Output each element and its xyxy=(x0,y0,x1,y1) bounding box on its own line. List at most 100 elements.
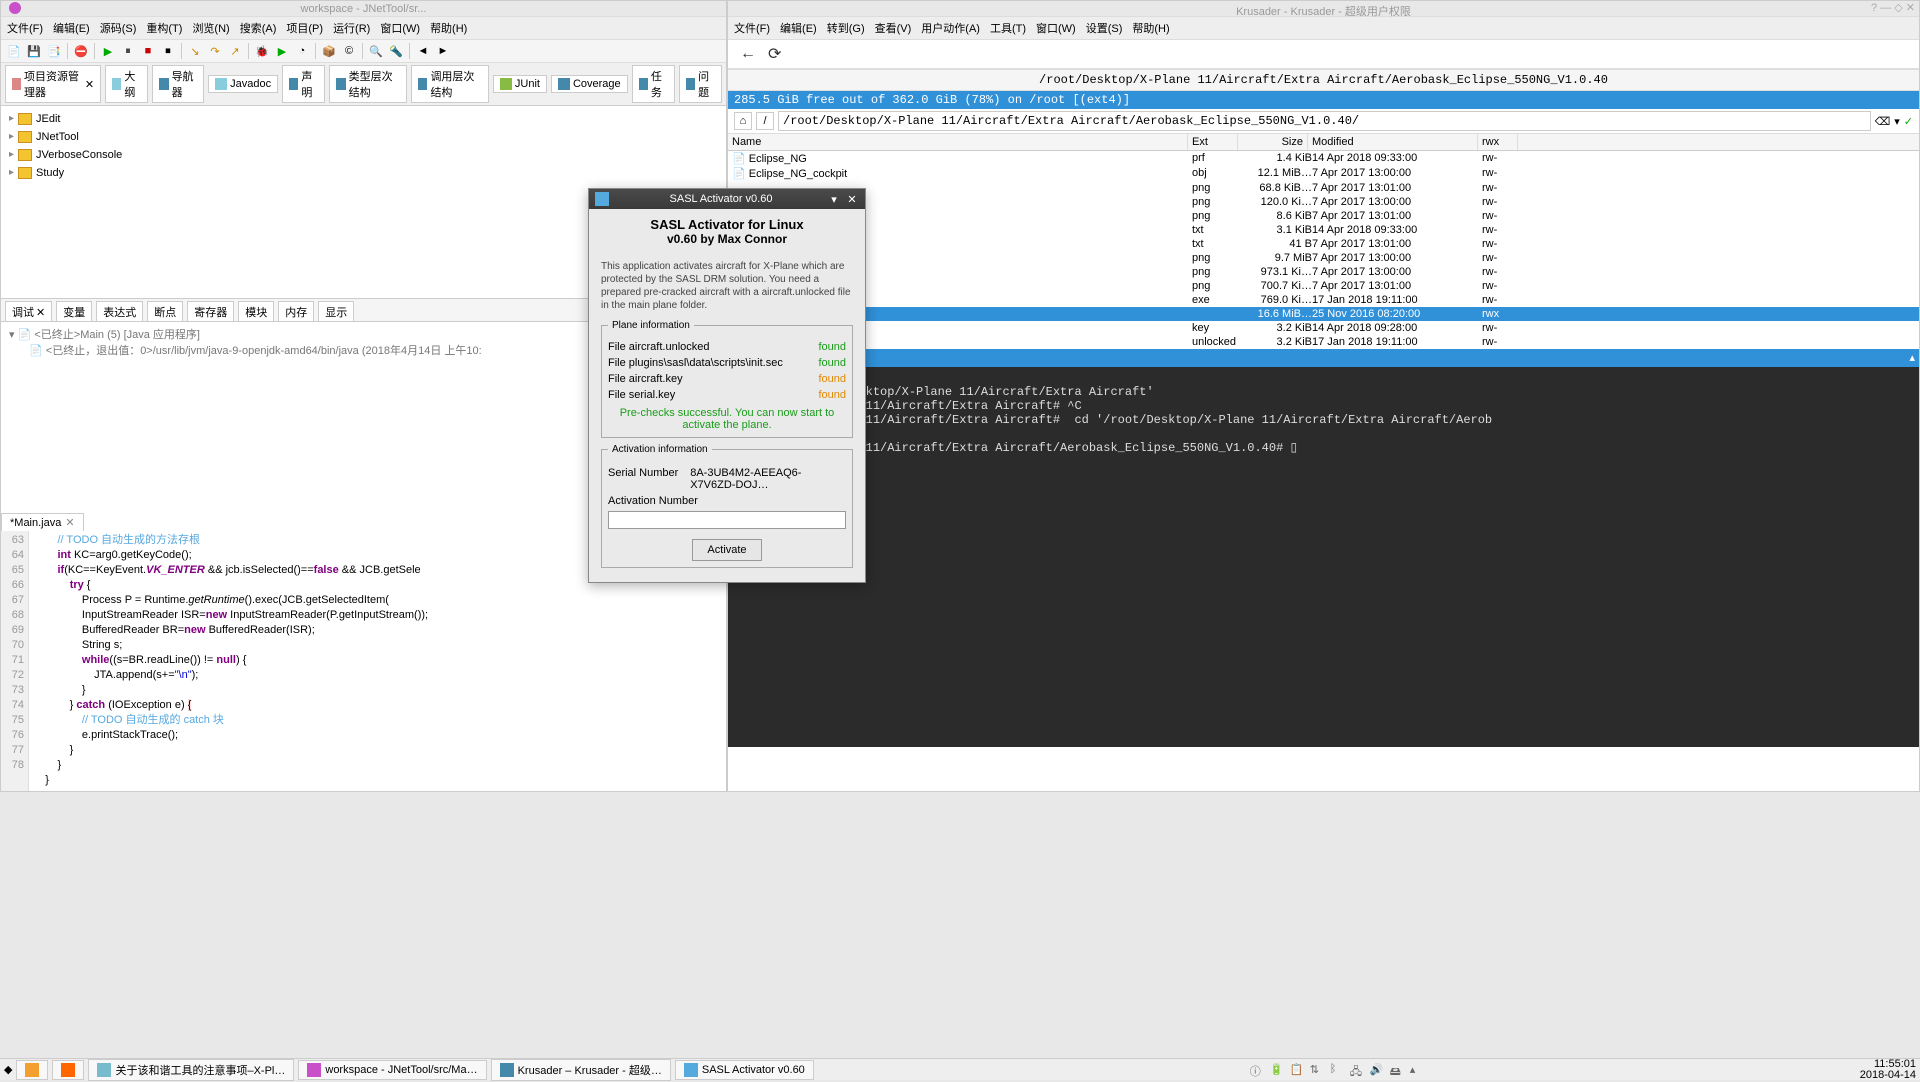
menu-browse[interactable]: 浏览(N) xyxy=(192,20,229,36)
activate-button[interactable]: Activate xyxy=(692,539,761,561)
dialog-titlebar[interactable]: SASL Activator v0.60 ▾ ✕ xyxy=(589,189,865,209)
address-input[interactable] xyxy=(778,111,1871,131)
embedded-terminal[interactable]: ~/# ^C ~/# cd '/root/Desktop/X-Plane 11/… xyxy=(728,367,1919,747)
menu-run[interactable]: 运行(R) xyxy=(333,20,370,36)
tray-caret-icon[interactable]: ▴ xyxy=(1410,1063,1424,1077)
root-icon[interactable]: / xyxy=(756,112,774,130)
home-icon[interactable]: ⌂ xyxy=(734,112,752,130)
tool-debug-icon[interactable]: 🐞 xyxy=(253,42,271,60)
go-icon[interactable]: ✓ xyxy=(1904,115,1913,128)
task-files[interactable] xyxy=(16,1060,48,1080)
hdr-ext[interactable]: Ext xyxy=(1188,134,1238,150)
collapse-icon[interactable]: ▴ xyxy=(1909,351,1915,364)
tool-search2-icon[interactable]: 🔦 xyxy=(387,42,405,60)
tray-network-icon[interactable]: 🖧 xyxy=(1350,1063,1364,1077)
menu-window[interactable]: 窗口(W) xyxy=(380,20,420,36)
tool-newpkg-icon[interactable]: 📦 xyxy=(320,42,338,60)
tool-stepreturn-icon[interactable]: ↗ xyxy=(226,42,244,60)
btab-mod[interactable]: 模块 xyxy=(238,301,274,323)
tool-resume-icon[interactable]: ▶ xyxy=(99,42,117,60)
tab-javadoc[interactable]: Javadoc xyxy=(208,75,278,93)
file-row[interactable]: 16.6 MiB…25 Nov 2016 08:20:00rwx xyxy=(728,307,1919,321)
task-firefox[interactable] xyxy=(52,1060,84,1080)
hdr-mod[interactable]: Modified xyxy=(1308,134,1478,150)
tab-typehier[interactable]: 类型层次结构 xyxy=(329,65,407,103)
tool-suspend-icon[interactable]: ⏸ xyxy=(119,42,137,60)
kmenu-goto[interactable]: 转到(G) xyxy=(827,20,865,36)
tool-cov-icon[interactable]: ◔ xyxy=(293,42,311,60)
file-row[interactable]: png973.1 Ki…7 Apr 2017 13:00:00rw- xyxy=(728,265,1919,279)
btab-mem[interactable]: 内存 xyxy=(278,301,314,323)
file-row[interactable]: 📄 Eclipse_NG_cockpitobj12.1 MiB…7 Apr 20… xyxy=(728,166,1919,181)
dropdown-icon[interactable]: ▾ xyxy=(1894,115,1900,128)
tool-newclass-icon[interactable]: © xyxy=(340,42,358,60)
kmenu-tools[interactable]: 工具(T) xyxy=(990,20,1026,36)
tree-item-jedit[interactable]: JEdit xyxy=(9,110,718,128)
code-content[interactable]: // TODO 自动生成的方法存根 int KC=arg0.getKeyCode… xyxy=(29,531,432,791)
tray-info-icon[interactable]: ⓘ xyxy=(1250,1063,1264,1077)
hdr-rwx[interactable]: rwx xyxy=(1478,134,1518,150)
btab-expr[interactable]: 表达式 xyxy=(96,301,143,323)
menu-help[interactable]: 帮助(H) xyxy=(430,20,467,36)
btab-disp[interactable]: 显示 xyxy=(318,301,354,323)
tray-updown-icon[interactable]: ⇅ xyxy=(1310,1063,1324,1077)
tray-battery-icon[interactable]: 🔋 xyxy=(1270,1063,1284,1077)
dialog-close-icon[interactable]: ✕ xyxy=(845,193,859,206)
menu-edit[interactable]: 编辑(E) xyxy=(53,20,90,36)
file-row[interactable]: unlocked3.2 KiB17 Jan 2018 19:11:00rw- xyxy=(728,335,1919,349)
menu-file[interactable]: 文件(F) xyxy=(7,20,43,36)
tray-bluetooth-icon[interactable]: ᛒ xyxy=(1330,1063,1344,1077)
kmenu-useract[interactable]: 用户动作(A) xyxy=(921,20,980,36)
tool-stepinto-icon[interactable]: ↘ xyxy=(186,42,204,60)
kmenu-view[interactable]: 查看(V) xyxy=(875,20,912,36)
tool-disconnect-icon[interactable]: ⏹ xyxy=(159,42,177,60)
hdr-size[interactable]: Size xyxy=(1238,134,1308,150)
clear-icon[interactable]: ⌫ xyxy=(1875,115,1891,128)
tool-skip-icon[interactable]: ⛔ xyxy=(72,42,90,60)
file-row[interactable]: key3.2 KiB14 Apr 2018 09:28:00rw- xyxy=(728,321,1919,335)
kmenu-help[interactable]: 帮助(H) xyxy=(1132,20,1169,36)
tray-volume-icon[interactable]: 🔊 xyxy=(1370,1063,1384,1077)
tool-opentype-icon[interactable]: 🔍 xyxy=(367,42,385,60)
editor-tab-close-icon[interactable]: ✕ xyxy=(65,516,74,529)
file-row[interactable]: png120.0 Ki…7 Apr 2017 13:00:00rw- xyxy=(728,195,1919,209)
kmenu-file[interactable]: 文件(F) xyxy=(734,20,770,36)
btab-vars[interactable]: 变量 xyxy=(56,301,92,323)
tool-fwd-icon[interactable]: ► xyxy=(434,42,452,60)
activation-number-input[interactable] xyxy=(608,511,846,529)
kmenu-settings[interactable]: 设置(S) xyxy=(1086,20,1123,36)
tool-stepover-icon[interactable]: ↷ xyxy=(206,42,224,60)
nav-reload-icon[interactable]: ⟳ xyxy=(768,44,781,64)
tool-saveall-icon[interactable]: 📑 xyxy=(45,42,63,60)
tree-item-jverbose[interactable]: JVerboseConsole xyxy=(9,146,718,164)
nav-back-icon[interactable]: ← xyxy=(740,45,756,63)
tree-item-jnettool[interactable]: JNetTool xyxy=(9,128,718,146)
start-icon[interactable]: ◆ xyxy=(4,1063,12,1076)
tab-junit[interactable]: JUnit xyxy=(493,75,547,93)
file-row[interactable]: png9.7 MiB7 Apr 2017 13:00:00rw- xyxy=(728,251,1919,265)
task-sasl[interactable]: SASL Activator v0.60 xyxy=(675,1060,814,1080)
tab-problems[interactable]: 问题 xyxy=(679,65,722,103)
file-row[interactable]: 📄 Eclipse_NGprf1.4 KiB14 Apr 2018 09:33:… xyxy=(728,151,1919,166)
btab-reg[interactable]: 寄存器 xyxy=(187,301,234,323)
tool-stop-icon[interactable]: ■ xyxy=(139,42,157,60)
kmenu-window[interactable]: 窗口(W) xyxy=(1036,20,1076,36)
tab-outline[interactable]: 大纲 xyxy=(105,65,148,103)
task-krusader[interactable]: Krusader – Krusader - 超级… xyxy=(491,1059,671,1081)
tab-navigator[interactable]: 导航器 xyxy=(152,65,204,103)
tab-callhier[interactable]: 调用层次结构 xyxy=(411,65,489,103)
file-row[interactable]: txt3.1 KiB14 Apr 2018 09:33:00rw- xyxy=(728,223,1919,237)
menu-refactor[interactable]: 重构(T) xyxy=(146,20,182,36)
tree-item-study[interactable]: Study xyxy=(9,164,718,182)
btab-debug[interactable]: 调试 ✕ xyxy=(5,301,52,323)
file-row[interactable]: png8.6 KiB7 Apr 2017 13:01:00rw- xyxy=(728,209,1919,223)
menu-project[interactable]: 项目(P) xyxy=(286,20,323,36)
window-controls[interactable]: ? — ◇ ✕ xyxy=(1871,1,1915,14)
kmenu-edit[interactable]: 编辑(E) xyxy=(780,20,817,36)
dialog-minimize-icon[interactable]: ▾ xyxy=(827,193,841,206)
file-row[interactable]: png68.8 KiB…7 Apr 2017 13:01:00rw- xyxy=(728,181,1919,195)
tray-clipboard-icon[interactable]: 📋 xyxy=(1290,1063,1304,1077)
editor-tab-main[interactable]: *Main.java ✕ xyxy=(1,513,84,532)
clock[interactable]: 11:55:01 2018-04-14 xyxy=(1860,1059,1916,1081)
task-notes[interactable]: 关于该和谐工具的注意事项–X-Pl… xyxy=(88,1059,294,1081)
